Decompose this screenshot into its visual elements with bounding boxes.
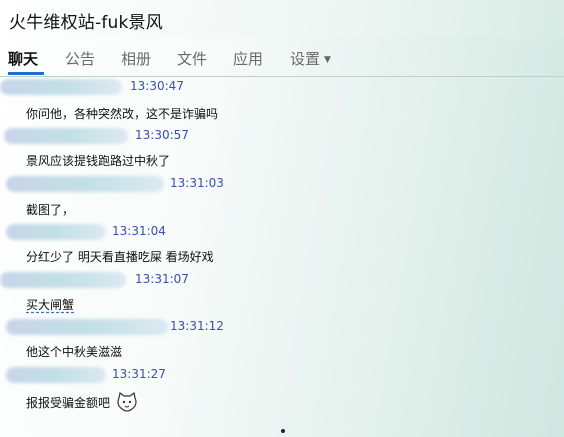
active-tab-indicator <box>8 72 44 75</box>
cat-face-emoji-icon <box>116 391 138 415</box>
message-header: 13:31:04 <box>0 222 200 240</box>
caret-down-icon: ▼ <box>324 54 331 65</box>
tab-chat[interactable]: 聊天 <box>8 48 38 69</box>
tab-apps[interactable]: 应用 <box>233 48 263 69</box>
sender-name-redacted <box>0 272 126 288</box>
message-text: 截图了， <box>26 203 75 217</box>
message-header: 13:30:57 <box>0 126 200 144</box>
scroll-indicator-dot <box>281 429 285 433</box>
message-header: 13:31:12 <box>0 317 224 335</box>
sender-name-redacted <box>6 367 106 383</box>
message-header: 13:30:47 <box>0 77 200 95</box>
message-text: 分红少了 明天看直播吃屎 看场好戏 <box>26 250 214 264</box>
tab-settings[interactable]: 设置 ▼ <box>290 48 331 69</box>
message-text: 你问他，各种突然改，这不是诈骗吗 <box>26 107 219 121</box>
message-header: 13:31:07 <box>0 270 200 288</box>
tab-announcements[interactable]: 公告 <box>65 48 95 69</box>
message-timestamp: 13:30:47 <box>130 79 184 93</box>
message-text: 报报受骗金额吧 <box>26 396 111 410</box>
message-timestamp: 13:31:27 <box>112 367 166 381</box>
message-row: 报报受骗金额吧 <box>26 391 138 415</box>
message-timestamp: 13:31:04 <box>112 224 166 238</box>
message-text: 买大闸蟹 <box>26 298 75 312</box>
message-header: 13:31:27 <box>0 365 200 383</box>
message-list[interactable]: 13:30:47 你问他，各种突然改，这不是诈骗吗 13:30:57 景风应该提… <box>0 77 564 437</box>
message-timestamp: 13:31:03 <box>170 176 224 190</box>
message-header: 13:31:03 <box>0 174 240 192</box>
sender-name-redacted <box>6 319 168 335</box>
sender-name-redacted <box>4 128 128 144</box>
sender-name-redacted <box>0 79 122 95</box>
message-text: 他这个中秋美滋滋 <box>26 345 123 359</box>
title-bar: 火牛维权站-fuk景风 <box>0 0 564 38</box>
tab-album[interactable]: 相册 <box>121 48 151 69</box>
message-timestamp: 13:31:07 <box>135 272 189 286</box>
message-text: 景风应该提钱跑路过中秋了 <box>26 154 171 168</box>
message-timestamp: 13:31:12 <box>170 319 224 333</box>
tab-bar: 聊天 公告 相册 文件 应用 设置 ▼ <box>0 38 564 77</box>
sender-name-redacted <box>6 176 164 192</box>
sender-name-redacted <box>6 224 106 240</box>
window-title: 火牛维权站-fuk景风 <box>9 13 163 33</box>
message-timestamp: 13:30:57 <box>135 128 189 142</box>
tab-files[interactable]: 文件 <box>177 48 207 69</box>
tab-settings-label: 设置 <box>290 50 321 68</box>
